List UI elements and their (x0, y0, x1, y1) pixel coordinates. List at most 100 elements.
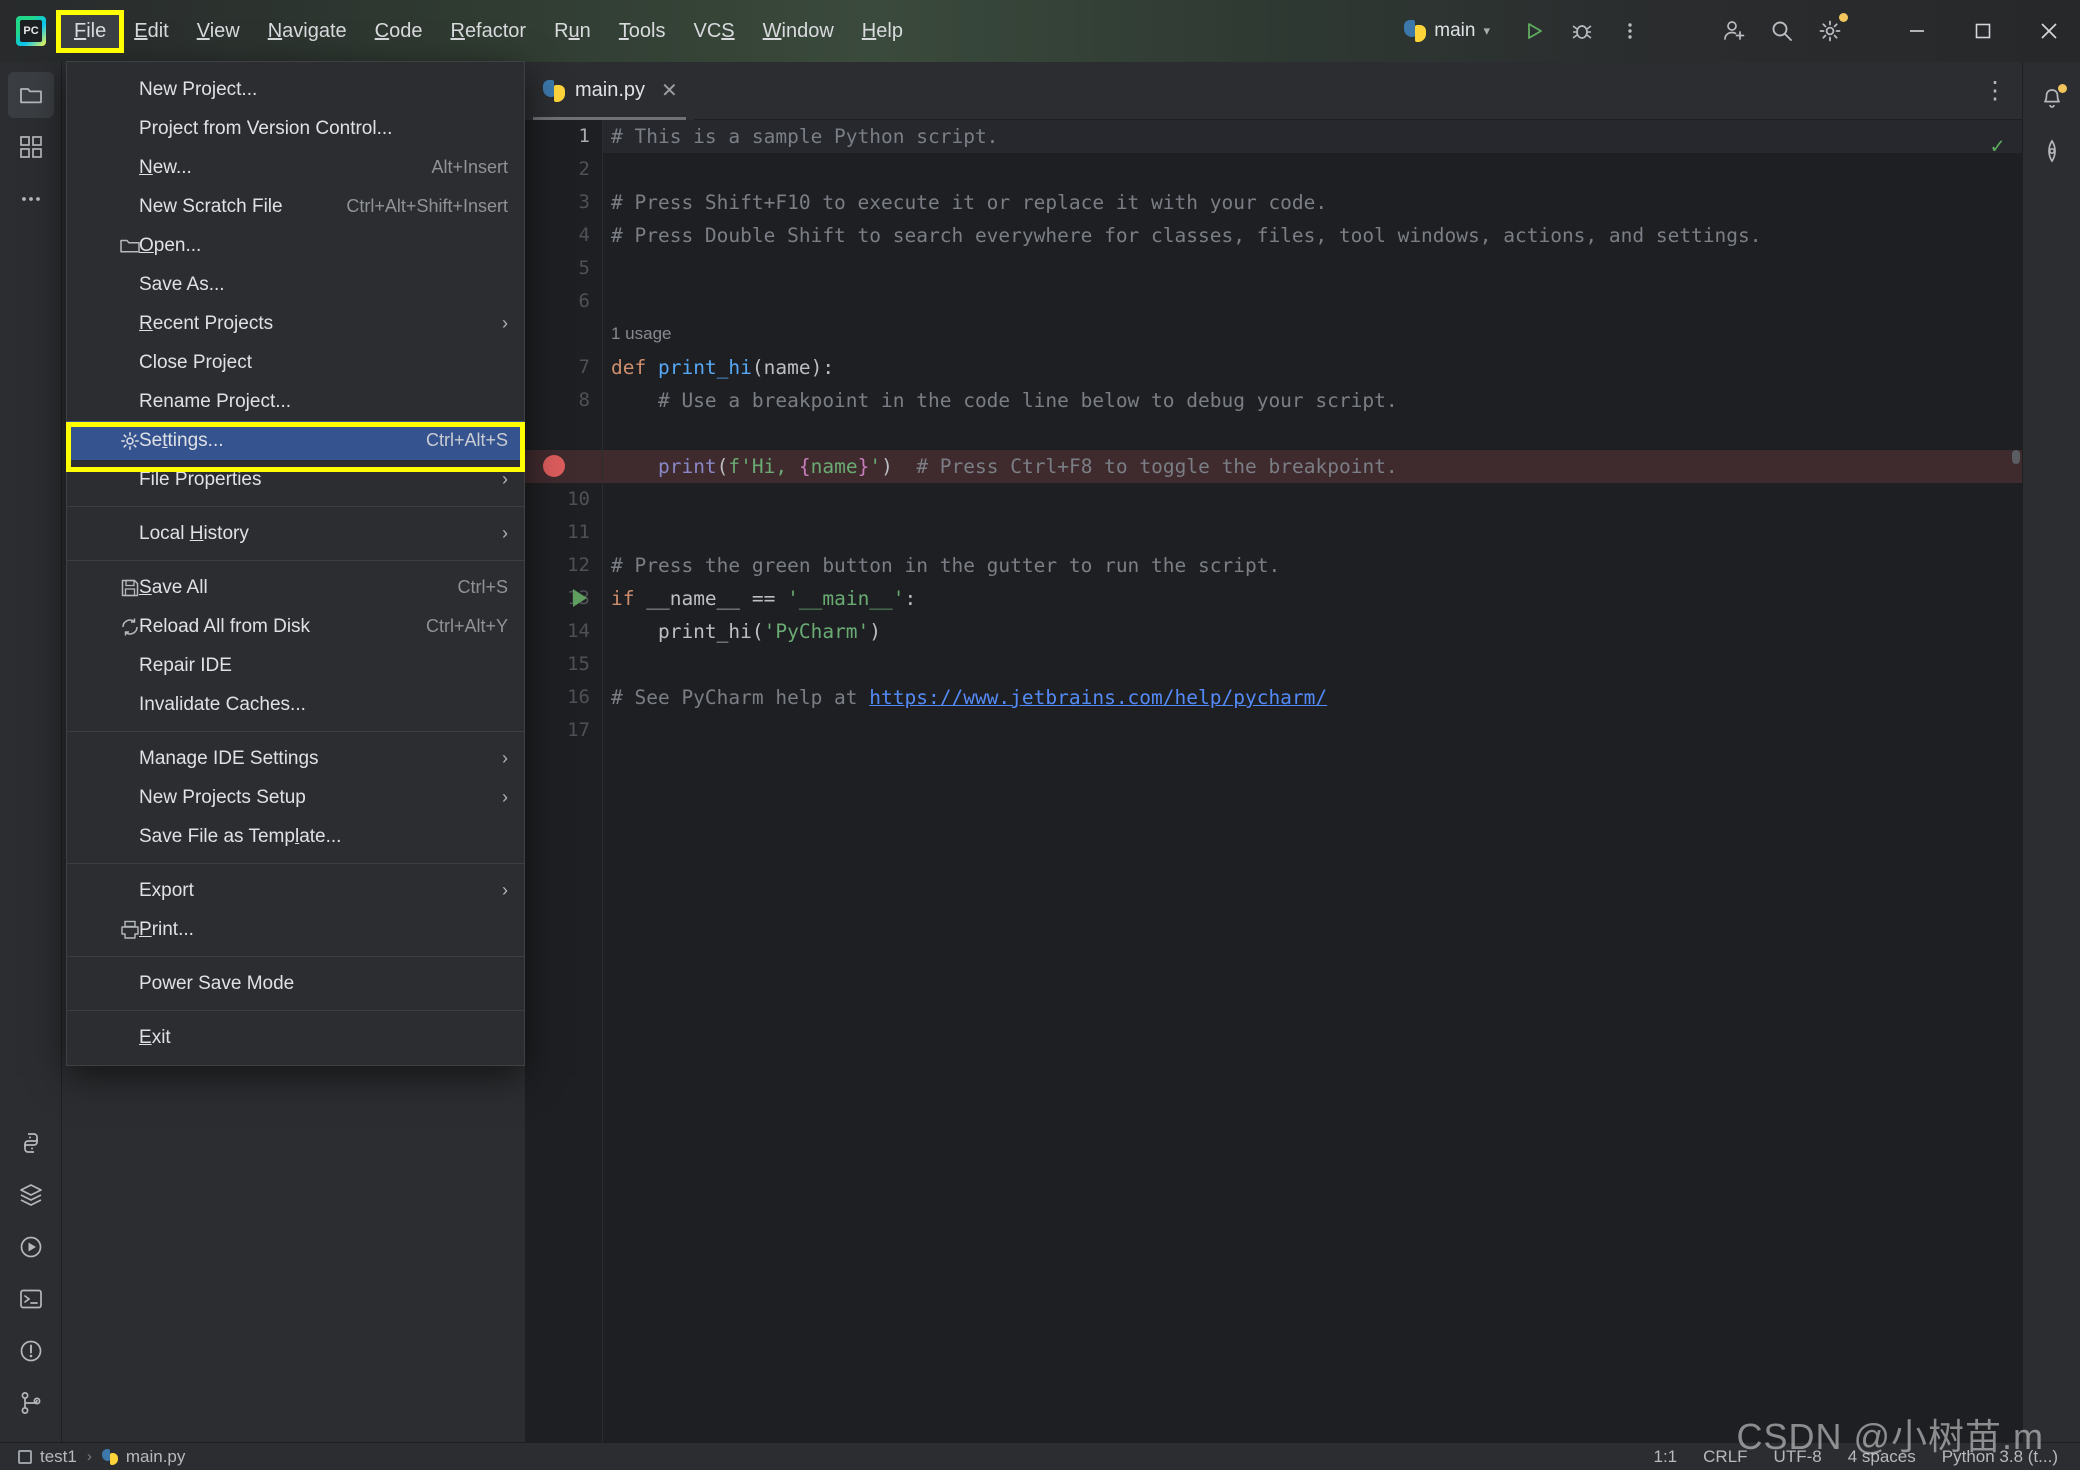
menu-item-manage-ide-settings[interactable]: Manage IDE Settings › (67, 739, 524, 778)
breakpoint-marker[interactable] (543, 455, 565, 477)
menu-item-save-file-as-template[interactable]: Save File as Template... (67, 817, 524, 856)
maximize-button[interactable] (1952, 0, 2014, 62)
menu-code[interactable]: Code (361, 14, 437, 49)
menu-item-exit[interactable]: Exit (67, 1018, 524, 1057)
search-icon[interactable] (1760, 9, 1804, 53)
file-menu-dropdown[interactable]: New Project... Project from Version Cont… (66, 61, 525, 1066)
menu-item-project-from-version-control[interactable]: Project from Version Control... (67, 109, 524, 148)
chevron-down-icon: ▾ (1483, 23, 1490, 38)
chevron-right-icon: › (502, 787, 508, 807)
run-config-name: main (1434, 20, 1476, 41)
menu-shortcut: Ctrl+Alt+Y (425, 616, 508, 636)
line-number: 15 (567, 653, 590, 675)
status-bar: test1 › main.py 1:1 CRLF UTF-8 4 spaces … (0, 1442, 2080, 1470)
problems-icon[interactable] (8, 1328, 54, 1374)
editor-tab-bar: main.py ✕ ⋮ (525, 61, 2022, 120)
menu-item-new-projects-setup[interactable]: New Projects Setup › (67, 778, 524, 817)
caret-position[interactable]: 1:1 (1654, 1447, 1678, 1467)
minimize-button[interactable] (1886, 0, 1948, 62)
breadcrumb-separator-icon: › (86, 1448, 92, 1465)
menu-item-export[interactable]: Export › (67, 871, 524, 910)
structure-icon[interactable] (8, 124, 54, 170)
run-tool-icon[interactable] (8, 1224, 54, 1270)
line-number: 5 (578, 257, 590, 279)
run-gutter-icon[interactable] (573, 589, 587, 607)
menu-item-new-scratch-file[interactable]: New Scratch File Ctrl+Alt+Shift+Insert (67, 187, 524, 226)
file-encoding[interactable]: UTF-8 (1774, 1447, 1822, 1467)
menu-item-settings[interactable]: Settings... Ctrl+Alt+S (67, 421, 524, 460)
menu-tools[interactable]: Tools (605, 14, 680, 49)
close-button[interactable] (2018, 0, 2080, 62)
editor-area: main.py ✕ ⋮ 1 2 3 4 5 6 7 8 9 10 11 12 (525, 61, 2022, 1442)
menu-item-file-properties[interactable]: File Properties › (67, 460, 524, 499)
breadcrumb-project[interactable]: test1 (18, 1447, 77, 1467)
pycharm-help-link[interactable]: https://www.jetbrains.com/help/pycharm/ (869, 686, 1327, 709)
menu-item-close-project[interactable]: Close Project (67, 343, 524, 382)
menu-item-local-history[interactable]: Local History › (67, 514, 524, 553)
menu-window[interactable]: Window (749, 14, 848, 49)
menu-view[interactable]: View (183, 14, 254, 49)
menu-navigate[interactable]: Navigate (254, 14, 361, 49)
editor-scrollbar-marker[interactable] (2012, 450, 2020, 464)
more-dots-icon[interactable] (8, 176, 54, 222)
indent-setting[interactable]: 4 spaces (1848, 1447, 1916, 1467)
menu-help[interactable]: Help (848, 14, 917, 49)
status-bar-right: 1:1 CRLF UTF-8 4 spaces Python 3.8 (t...… (1654, 1447, 2059, 1467)
menu-item-print[interactable]: Print... (67, 910, 524, 949)
editor-more-actions[interactable]: ⋮ (1983, 76, 2008, 105)
python-interpreter[interactable]: Python 3.8 (t...) (1942, 1447, 2058, 1467)
run-configuration-selector[interactable]: main ▾ (1392, 15, 1502, 47)
menu-item-rename-project[interactable]: Rename Project... (67, 382, 524, 421)
menu-run[interactable]: Run (540, 14, 605, 49)
breadcrumb-label: main.py (125, 1446, 186, 1466)
python-icon (1404, 20, 1427, 42)
services-icon[interactable] (8, 1172, 54, 1218)
menu-item-reload-all-from-disk[interactable]: Reload All from Disk Ctrl+Alt+Y (67, 607, 524, 646)
editor-gutter[interactable]: 1 2 3 4 5 6 7 8 9 10 11 12 13 14 15 16 1… (525, 120, 603, 1442)
menu-refactor[interactable]: Refactor (436, 14, 540, 49)
menu-item-invalidate-caches[interactable]: Invalidate Caches... (67, 685, 524, 724)
tab-main-py[interactable]: main.py ✕ (525, 61, 694, 120)
add-user-button[interactable] (1712, 9, 1756, 53)
left-rail-bottom-group (0, 1120, 62, 1432)
menu-shortcut: Ctrl+S (457, 577, 508, 597)
folder-icon (117, 233, 143, 259)
notifications-bell-icon[interactable] (2029, 76, 2075, 122)
run-button[interactable] (1512, 9, 1556, 53)
chevron-right-icon: › (502, 880, 508, 900)
terminal-icon[interactable] (8, 1276, 54, 1322)
menu-item-save-as[interactable]: Save As... (67, 265, 524, 304)
chevron-right-icon: › (502, 469, 508, 489)
code-line: # Press Double Shift to search everywher… (611, 224, 1762, 247)
line-separator[interactable]: CRLF (1703, 1447, 1747, 1467)
more-actions-button[interactable] (1608, 9, 1652, 53)
project-folder-icon[interactable] (7, 72, 54, 118)
ai-assistant-icon[interactable] (2029, 128, 2075, 174)
gear-icon[interactable] (1808, 9, 1852, 53)
menu-item-save-all[interactable]: Save All Ctrl+S (67, 568, 524, 607)
code-line: # Press Shift+F10 to execute it or repla… (611, 191, 1328, 214)
menu-item-new-project[interactable]: New Project... (67, 70, 524, 109)
code-line-breakpoint: print(f'Hi, {name}') # Press Ctrl+F8 to … (603, 450, 2022, 483)
menu-item-open[interactable]: Open... (67, 226, 524, 265)
python-console-icon[interactable] (8, 1120, 54, 1166)
usage-hint[interactable]: 1 usage (611, 320, 672, 348)
menu-separator (67, 956, 524, 957)
version-control-icon[interactable] (8, 1380, 54, 1426)
menu-separator (67, 863, 524, 864)
menu-edit[interactable]: Edit (120, 14, 182, 49)
code-editor[interactable]: 1 2 3 4 5 6 7 8 9 10 11 12 13 14 15 16 1… (525, 120, 2022, 1442)
code-text-region[interactable]: # This is a sample Python script. # Pres… (603, 120, 2022, 1442)
menu-item-power-save-mode[interactable]: Power Save Mode (67, 964, 524, 1003)
debug-button[interactable] (1560, 9, 1604, 53)
menu-shortcut: Alt+Insert (431, 157, 508, 177)
tab-close-icon[interactable]: ✕ (661, 78, 678, 103)
line-number: 11 (567, 521, 590, 543)
menu-file[interactable]: File (55, 9, 125, 53)
menu-vcs[interactable]: VCS (680, 14, 749, 49)
inspection-status-icon[interactable]: ✓ (1991, 130, 2004, 163)
menu-item-new[interactable]: New... Alt+Insert (67, 148, 524, 187)
menu-item-repair-ide[interactable]: Repair IDE (67, 646, 524, 685)
breadcrumb-file[interactable]: main.py (101, 1446, 186, 1467)
menu-item-recent-projects[interactable]: Recent Projects › (67, 304, 524, 343)
